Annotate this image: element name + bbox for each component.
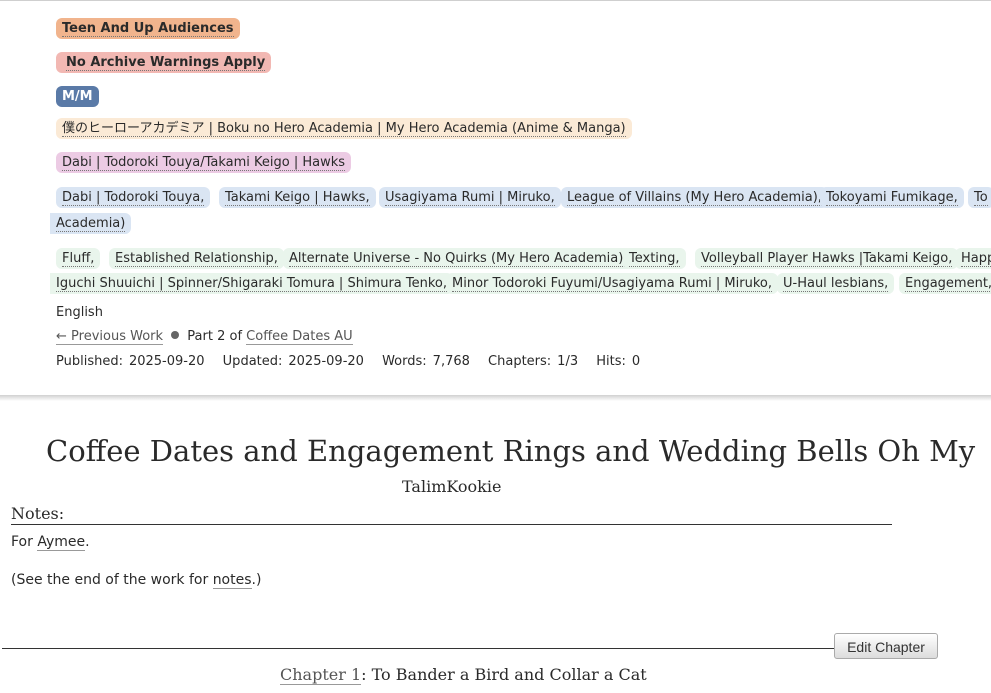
freeform-tag[interactable]: Fluff, — [56, 248, 101, 269]
hits-label: Hits: — [596, 354, 626, 369]
work-stats: Published: 2025-09-20 Updated: 2025-09-20 … — [56, 354, 654, 369]
series-link[interactable]: Coffee Dates AU — [246, 329, 353, 345]
updated-label: Updated: — [222, 354, 283, 369]
freeform-tag[interactable]: U-Haul lesbians, — [777, 273, 895, 294]
end-notes-link[interactable]: notes — [212, 572, 252, 589]
work-title: Coffee Dates and Engagement Rings and We… — [46, 434, 976, 468]
freeform-tag[interactable]: Iguchi Shuuichi | Spinner/Shigaraki Tomu… — [50, 273, 454, 294]
updated-date: 2025-09-20 — [288, 354, 364, 369]
character-tag[interactable]: Tokoyami Fumikage, — [820, 187, 964, 208]
series-nav: ← Previous Work Part 2 of Coffee Dates A… — [56, 329, 353, 345]
freeform-tag[interactable]: Established Relationship, — [109, 248, 284, 269]
chapter-heading: Chapter 1: To Bander a Bird and Collar a… — [280, 665, 647, 685]
words-label: Words: — [382, 354, 427, 369]
rating-tag[interactable]: Teen And Up Audiences — [56, 18, 240, 39]
character-tag[interactable]: Takami Keigo | Hawks, — [219, 187, 376, 208]
character-tag[interactable]: Usagiyama Rumi | Miruko, — [379, 187, 561, 208]
category-tag[interactable]: M/M — [56, 86, 99, 107]
fandom-tag[interactable]: 僕のヒーローアカデミア | Boku no Hero Academia | My… — [56, 118, 632, 139]
hit-count: 0 — [631, 354, 641, 369]
edit-chapter-button[interactable]: Edit Chapter — [834, 633, 938, 659]
previous-work-link[interactable]: ← Previous Work — [56, 329, 164, 345]
chapter-link[interactable]: Chapter 1 — [280, 665, 362, 685]
end-notes-ref: (See the end of the work for notes.) — [11, 572, 262, 589]
freeform-tag[interactable]: Minor Todoroki Fuyumi/Usagiyama Rumi | M… — [446, 273, 778, 294]
character-tag[interactable]: To — [968, 187, 991, 208]
recipient-link[interactable]: Aymee — [37, 534, 86, 551]
series-part: Part 2 of — [187, 329, 243, 344]
work-meta: Teen And Up Audiences No Archive Warning… — [0, 0, 991, 395]
character-tag[interactable]: League of Villains (My Hero Academia), — [561, 187, 828, 208]
warning-tag[interactable]: No Archive Warnings Apply — [56, 52, 272, 73]
freeform-tag[interactable]: Alternate Universe - No Quirks (My Hero … — [283, 248, 634, 269]
relationship-tag[interactable]: Dabi | Todoroki Touya/Takami Keigo | Haw… — [56, 152, 352, 173]
freeform-tag[interactable]: Engagement, — [899, 273, 991, 294]
character-tag-wrap[interactable]: Academia) — [50, 213, 132, 234]
freeform-tag[interactable]: Texting, — [623, 248, 686, 269]
chapter-count: 1/3 — [557, 354, 579, 369]
notes-heading: Notes: — [11, 504, 892, 525]
published-label: Published: — [56, 354, 123, 369]
meta-divider — [0, 395, 991, 401]
published-date: 2025-09-20 — [128, 354, 205, 369]
notes-for: For Aymee. — [11, 534, 90, 551]
chapter-divider — [2, 648, 834, 649]
author-link[interactable]: TalimKookie — [402, 477, 501, 496]
word-count: 7,768 — [432, 354, 470, 369]
chapters-label: Chapters: — [488, 354, 552, 369]
chapter-title-text: : To Bander a Bird and Collar a Cat — [361, 665, 647, 684]
freeform-tag[interactable]: Volleyball Player Hawks |Takami Keigo, — [695, 248, 959, 269]
language: English — [56, 305, 103, 320]
character-tag[interactable]: Dabi | Todoroki Touya, — [56, 187, 211, 208]
freeform-tag[interactable]: Happ — [955, 248, 991, 269]
bullet-icon — [171, 331, 180, 339]
